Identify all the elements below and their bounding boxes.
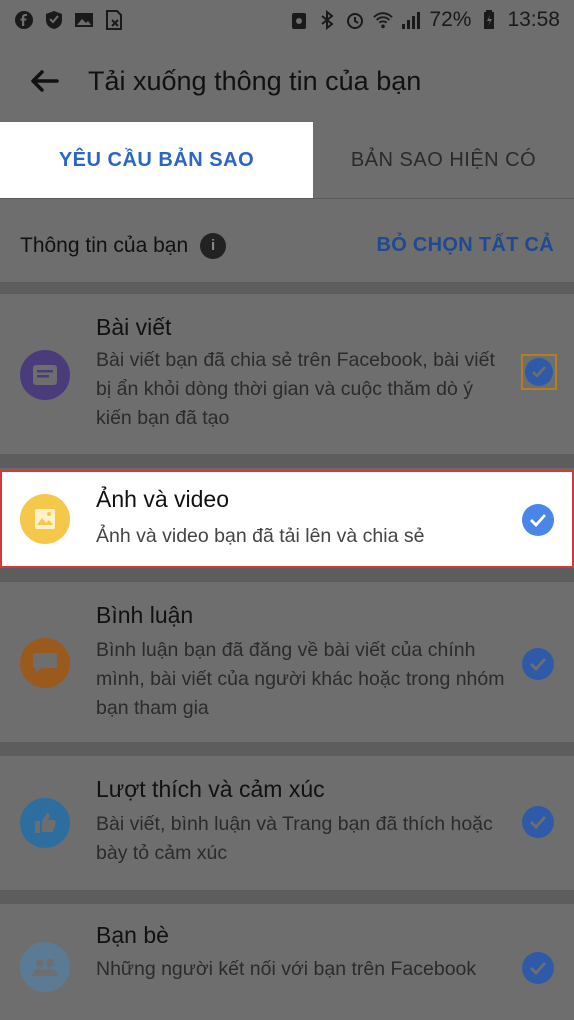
section-label: Thông tin của bạn — [20, 233, 189, 257]
list-item-friends[interactable]: Bạn bè Những người kết nối với bạn trên … — [0, 904, 574, 1020]
clock: 13:58 — [507, 8, 560, 31]
gallery-icon — [74, 10, 94, 30]
tab-bar: YÊU CẦU BẢN SAO BẢN SAO HIỆN CÓ — [0, 122, 574, 198]
bluetooth-icon — [317, 10, 337, 30]
checkbox[interactable] — [522, 504, 554, 536]
list-item-comments[interactable]: Bình luận Bình luận bạn đã đăng về bài v… — [0, 582, 574, 742]
comment-icon — [20, 638, 70, 688]
alarm-icon — [345, 10, 365, 30]
wifi-icon — [373, 10, 394, 30]
divider — [0, 454, 574, 468]
item-title: Ảnh và video — [96, 486, 229, 512]
photo-icon — [20, 494, 70, 544]
item-title: Bài viết — [96, 314, 172, 340]
item-description: Bài viết bạn đã chia sẻ trên Facebook, b… — [96, 349, 495, 429]
list-item-posts[interactable]: Bài viết Bài viết bạn đã chia sẻ trên Fa… — [0, 294, 574, 454]
status-bar: 72% 13:58 — [0, 0, 574, 40]
checkbox[interactable] — [522, 648, 554, 680]
section-header: Thông tin của bạn i BỎ CHỌN TẤT CẢ — [0, 198, 574, 292]
info-icon[interactable]: i — [200, 232, 227, 259]
divider — [0, 282, 574, 294]
checkmark-icon — [525, 358, 553, 386]
deselect-all-button[interactable]: BỎ CHỌN TẤT CẢ — [376, 234, 554, 257]
checkbox[interactable] — [522, 952, 554, 984]
facebook-icon — [14, 10, 34, 30]
item-description: Bài viết, bình luận và Trang bạn đã thíc… — [96, 813, 493, 864]
signal-icon — [401, 10, 421, 30]
tab-request-copy[interactable]: YÊU CẦU BẢN SAO — [0, 122, 313, 198]
app-bar: Tải xuống thông tin của bạn — [0, 40, 574, 122]
friends-icon — [20, 942, 70, 992]
checkmark-icon — [530, 816, 547, 829]
file-x-icon — [104, 10, 124, 30]
battery-icon — [479, 10, 499, 30]
battery-percent: 72% — [429, 8, 472, 31]
divider — [0, 890, 574, 904]
checkbox[interactable] — [521, 354, 557, 390]
list-item-photos-videos[interactable]: Ảnh và video Ảnh và video bạn đã tải lên… — [0, 470, 574, 568]
divider — [0, 742, 574, 756]
checkmark-icon — [530, 658, 547, 671]
item-description: Những người kết nối với bạn trên Faceboo… — [96, 958, 477, 980]
item-title: Lượt thích và cảm xúc — [96, 776, 325, 802]
tab-available-copies[interactable]: BẢN SAO HIỆN CÓ — [313, 122, 574, 198]
item-description: Bình luận bạn đã đăng về bài viết của ch… — [96, 639, 505, 719]
page-title: Tải xuống thông tin của bạn — [88, 65, 422, 96]
checkbox[interactable] — [522, 806, 554, 838]
shield-icon — [44, 10, 64, 30]
divider — [0, 568, 574, 582]
like-icon — [20, 798, 70, 848]
notification-icon — [289, 10, 309, 30]
checkmark-icon — [530, 514, 547, 527]
item-title: Bạn bè — [96, 922, 169, 948]
list-item-likes-reactions[interactable]: Lượt thích và cảm xúc Bài viết, bình luậ… — [0, 756, 574, 890]
checkmark-icon — [530, 962, 547, 975]
item-title: Bình luận — [96, 602, 194, 628]
posts-icon — [20, 350, 70, 400]
item-description: Ảnh và video bạn đã tải lên và chia sẻ — [96, 525, 425, 547]
back-arrow-icon[interactable] — [26, 63, 62, 99]
